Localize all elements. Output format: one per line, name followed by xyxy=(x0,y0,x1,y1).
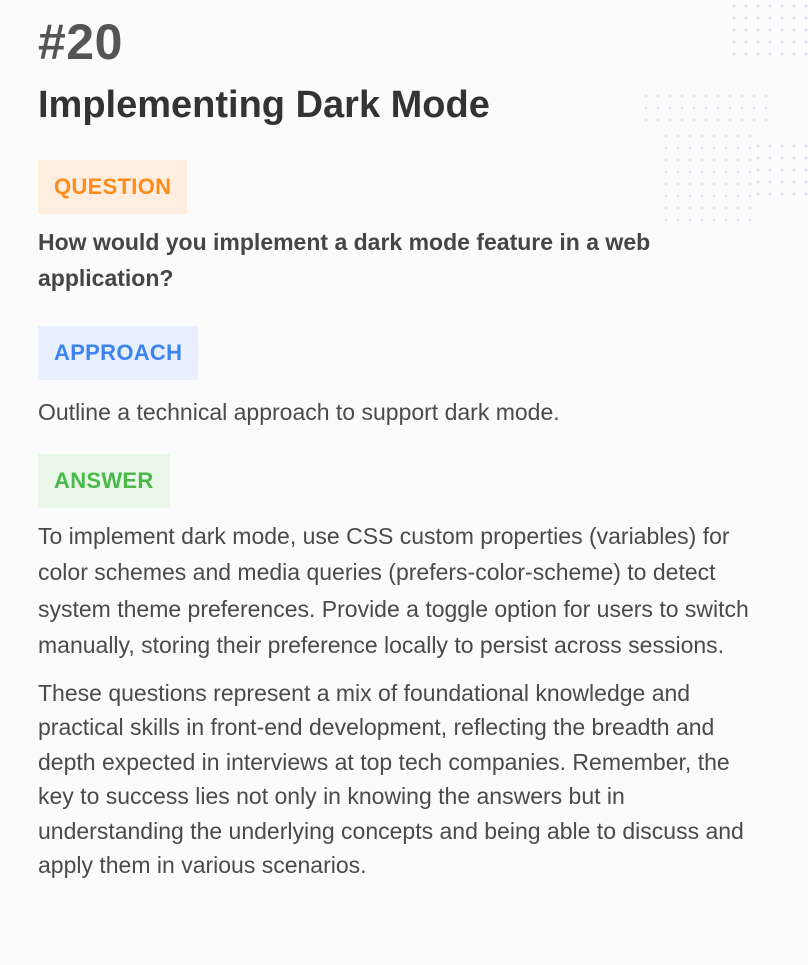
question-text: How would you implement a dark mode feat… xyxy=(38,229,651,291)
answer-label: ANSWER xyxy=(38,454,170,508)
answer-text: To implement dark mode, use CSS custom p… xyxy=(38,523,749,659)
question-label: QUESTION xyxy=(38,160,188,214)
page-title: Implementing Dark Mode xyxy=(38,84,490,126)
approach-label: APPROACH xyxy=(38,326,199,380)
summary-text: These questions represent a mix of found… xyxy=(38,679,744,879)
approach-text: Outline a technical approach to support … xyxy=(38,399,560,425)
question-number: #20 xyxy=(38,14,123,70)
interview-question-card: #20 Implementing Dark Mode QUESTION How … xyxy=(38,14,768,883)
